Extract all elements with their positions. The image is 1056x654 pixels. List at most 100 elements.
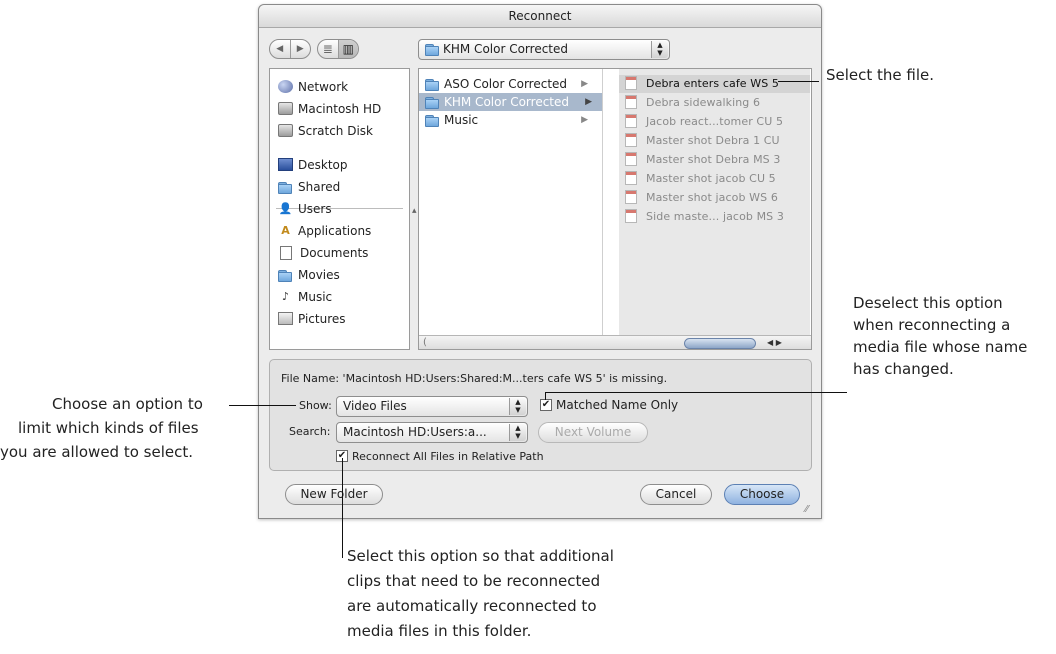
sidebar-item-label: Pictures: [298, 312, 346, 326]
checkbox-checked-icon: ✔: [540, 398, 552, 411]
sidebar-item-users[interactable]: 👤 Users: [278, 200, 332, 218]
location-popup[interactable]: KHM Color Corrected ▲ ▼: [418, 39, 670, 60]
sidebar-item-label: Applications: [298, 224, 372, 238]
reconnect-dialog: Reconnect ◀ ▶ ≣ ▥ KHM Color Corrected ▲ ▼…: [258, 4, 822, 519]
file-row-label: Master shot Debra MS 3: [646, 153, 781, 166]
sidebar-item-label: Shared: [298, 180, 341, 194]
column-row-aso[interactable]: ASO Color Corrected ▶: [419, 75, 602, 93]
forward-button[interactable]: ▶: [289, 40, 311, 58]
column-row-music[interactable]: Music ▶: [419, 111, 602, 129]
file-row[interactable]: Debra sidewalking 6: [619, 94, 810, 112]
file-row-label: Master shot jacob CU 5: [646, 172, 776, 185]
folder-icon: [425, 44, 439, 56]
callout-deselect-line: media file whose name: [853, 338, 1028, 356]
callout-deselect-line: has changed.: [853, 360, 954, 378]
sidebar-item-shared[interactable]: Shared: [278, 178, 340, 196]
show-popup-value: Video Files: [343, 399, 407, 413]
sidebar-item-label: Macintosh HD: [298, 102, 382, 116]
network-icon: [278, 80, 293, 93]
scroll-arrows[interactable]: ◀ ▶: [767, 336, 807, 349]
sidebar-item-network[interactable]: Network: [278, 78, 348, 96]
file-row-label: Jacob react...tomer CU 5: [646, 115, 784, 128]
callout-select-option-line: Select this option so that additional: [347, 547, 614, 565]
file-row[interactable]: Master shot jacob CU 5: [619, 170, 810, 188]
folder-icon: [425, 97, 439, 109]
folder-icon: [278, 182, 292, 194]
callout-select-option-line: clips that need to be reconnected: [347, 572, 601, 590]
column-row-khm[interactable]: KHM Color Corrected ▶: [419, 93, 602, 111]
choose-button[interactable]: Choose: [724, 484, 800, 505]
file-row[interactable]: Side maste... jacob MS 3: [619, 208, 810, 226]
matched-name-only-label: Matched Name Only: [556, 398, 679, 412]
file-row[interactable]: Jacob react...tomer CU 5: [619, 113, 810, 131]
callout-choose-option-line: limit which kinds of files: [18, 419, 199, 437]
file-row[interactable]: Master shot Debra 1 CU: [619, 132, 810, 150]
sidebar-item-label: Desktop: [298, 158, 348, 172]
back-button[interactable]: ◀: [270, 40, 290, 58]
column-row-label: KHM Color Corrected: [444, 95, 570, 109]
disclosure-arrow-icon: ▶: [581, 115, 588, 125]
location-popup-label: KHM Color Corrected: [443, 42, 569, 56]
search-popup-value: Macintosh HD:Users:a...: [343, 425, 487, 439]
sidebar-item-pictures[interactable]: Pictures: [278, 310, 346, 328]
reconnect-all-checkbox[interactable]: ✔ Reconnect All Files in Relative Path: [336, 450, 544, 463]
sidebar-resize-handle[interactable]: ▴: [412, 206, 417, 216]
callout-select-option-line: media files in this folder.: [347, 622, 532, 640]
column-view-button[interactable]: ▥: [337, 40, 358, 58]
search-popup[interactable]: Macintosh HD:Users:a... ▲ ▼: [336, 422, 528, 443]
popup-arrows-icon: ▲ ▼: [509, 398, 526, 415]
sidebar-item-macintosh-hd[interactable]: Macintosh HD: [278, 100, 381, 118]
sidebar-item-movies[interactable]: Movies: [278, 266, 340, 284]
list-view-button[interactable]: ≣: [318, 40, 338, 58]
sidebar-item-documents[interactable]: Documents: [278, 244, 368, 262]
video-file-icon: [625, 152, 637, 166]
callout-deselect-line: when reconnecting a: [853, 316, 1011, 334]
documents-icon: [280, 245, 292, 260]
file-row[interactable]: Master shot Debra MS 3: [619, 151, 810, 169]
callout-select-option-line: are automatically reconnected to: [347, 597, 597, 615]
callout-line: [545, 392, 546, 400]
music-icon: ♪: [281, 290, 290, 303]
folder-icon: [278, 270, 292, 282]
show-popup[interactable]: Video Files ▲ ▼: [336, 396, 528, 417]
file-row-label: Side maste... jacob MS 3: [646, 210, 784, 223]
file-row[interactable]: Master shot jacob WS 6: [619, 189, 810, 207]
column-row-label: Music: [444, 113, 479, 127]
matched-name-only-checkbox[interactable]: ✔ Matched Name Only: [540, 398, 678, 412]
callout-choose-option-line: Choose an option to: [52, 395, 203, 413]
file-name-status: File Name: 'Macintosh HD:Users:Shared:M.…: [281, 372, 668, 385]
applications-icon: A: [281, 224, 290, 237]
sidebar-item-desktop[interactable]: Desktop: [278, 156, 348, 174]
hard-disk-icon: [278, 102, 293, 115]
file-row-label: Debra sidewalking 6: [646, 96, 761, 109]
dialog-title: Reconnect: [259, 5, 821, 28]
scrollbar-thumb[interactable]: [684, 338, 756, 349]
sidebar-item-label: Movies: [298, 268, 340, 282]
reconnect-all-label: Reconnect All Files in Relative Path: [352, 450, 544, 463]
sidebar-item-scratch-disk[interactable]: Scratch Disk: [278, 122, 373, 140]
horizontal-scrollbar[interactable]: ( ◀ ▶: [419, 335, 811, 349]
file-row[interactable]: Debra enters cafe WS 5: [619, 75, 810, 93]
file-row-label: Master shot jacob WS 6: [646, 191, 778, 204]
column-row-label: ASO Color Corrected: [444, 77, 568, 91]
file-row-label: Master shot Debra 1 CU: [646, 134, 780, 147]
sidebar-item-music[interactable]: ♪ Music: [278, 288, 332, 306]
browser-column-folders: ASO Color Corrected ▶ KHM Color Correcte…: [419, 69, 603, 335]
sidebar-item-applications[interactable]: A Applications: [278, 222, 371, 240]
sidebar-item-label: Users: [298, 202, 332, 216]
sidebar-item-label: Music: [298, 290, 333, 304]
view-mode-buttons: ≣ ▥: [317, 39, 359, 59]
new-folder-button[interactable]: New Folder: [285, 484, 383, 505]
desktop-icon: [278, 158, 293, 171]
cancel-button[interactable]: Cancel: [640, 484, 712, 505]
popup-arrows-icon: ▲ ▼: [651, 41, 668, 58]
video-file-icon: [625, 133, 637, 147]
folder-icon: [425, 79, 439, 91]
resize-grip-icon[interactable]: ⁄⁄: [805, 504, 808, 515]
search-label: Search:: [289, 425, 331, 438]
video-file-icon: [625, 190, 637, 204]
column-browser: ASO Color Corrected ▶ KHM Color Correcte…: [418, 68, 812, 350]
pictures-icon: [278, 312, 293, 325]
video-file-icon: [625, 95, 637, 109]
next-volume-button[interactable]: Next Volume: [538, 422, 648, 443]
